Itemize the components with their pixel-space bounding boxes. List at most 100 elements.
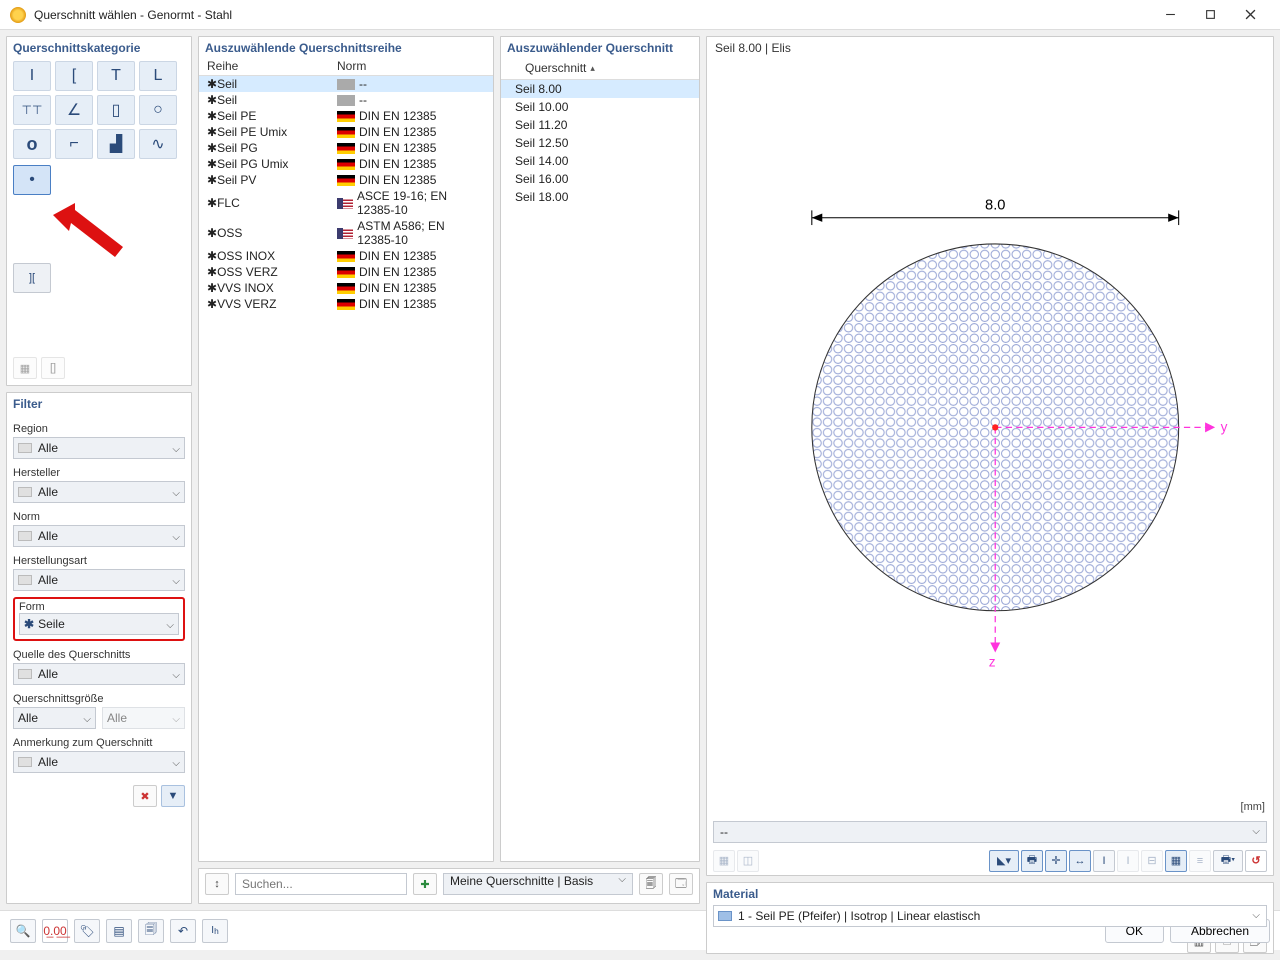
- groesse-select-1[interactable]: Alle⌵: [13, 707, 96, 729]
- series-row[interactable]: ✱Seil PE DIN EN 12385: [199, 108, 493, 124]
- profile-cable-icon[interactable]: •: [13, 165, 51, 195]
- series-row[interactable]: ✱VVS VERZ DIN EN 12385: [199, 296, 493, 312]
- add-lib-button[interactable]: 🗔: [669, 873, 693, 895]
- material-header: Material: [707, 883, 1273, 903]
- series-rows[interactable]: ✱Seil --✱Seil --✱Seil PE DIN EN 12385✱Se…: [199, 76, 493, 861]
- sort-button[interactable]: ↕: [205, 873, 229, 895]
- vtb-i-profile-button[interactable]: I: [1093, 850, 1115, 872]
- units-button[interactable]: 0̲.0̲0̲: [42, 919, 68, 943]
- sort-asc-icon: ▴: [590, 63, 595, 74]
- title-bar: Querschnitt wählen - Genormt - Stahl: [0, 0, 1280, 30]
- svg-text:8.0: 8.0: [985, 197, 1005, 213]
- profile-hat-icon[interactable]: ▟: [97, 129, 135, 159]
- col-reihe[interactable]: Reihe: [207, 59, 337, 73]
- cross-section-item[interactable]: Seil 8.00: [501, 80, 699, 98]
- maximize-button[interactable]: [1190, 1, 1230, 29]
- anmerkung-select[interactable]: Alle⌵: [13, 751, 185, 773]
- series-row[interactable]: ✱Seil --: [199, 92, 493, 108]
- vtb-print-button[interactable]: 🖶: [1021, 850, 1043, 872]
- close-button[interactable]: [1230, 1, 1270, 29]
- copy-button[interactable]: 🗐: [138, 919, 164, 943]
- profile-i-icon[interactable]: I: [13, 61, 51, 91]
- section-props-button[interactable]: Ih: [202, 919, 228, 943]
- expand-all-button[interactable]: ▦: [13, 357, 37, 379]
- profile-round-hollow-icon[interactable]: ○: [139, 95, 177, 125]
- vtb-print2-button[interactable]: 🖶▾: [1213, 850, 1243, 872]
- series-row[interactable]: ✱OSS INOX DIN EN 12385: [199, 248, 493, 264]
- search-input[interactable]: [235, 873, 407, 895]
- form-label: Form: [19, 601, 179, 613]
- cross-rows[interactable]: Seil 8.00Seil 10.00Seil 11.20Seil 12.50S…: [501, 80, 699, 861]
- series-row[interactable]: ✱OSS VERZ DIN EN 12385: [199, 264, 493, 280]
- cross-section-item[interactable]: Seil 16.00: [501, 170, 699, 188]
- remove-filter-button[interactable]: ✖: [133, 785, 157, 807]
- profile-tt-icon[interactable]: ⊤⊤: [13, 95, 51, 125]
- minimize-button[interactable]: [1150, 1, 1190, 29]
- cross-panel: Auszuwählender Querschnitt Querschnitt ▴…: [500, 36, 700, 862]
- series-row[interactable]: ✱Seil PG DIN EN 12385: [199, 140, 493, 156]
- vtb-i2-button[interactable]: I: [1117, 850, 1139, 872]
- series-row[interactable]: ✱Seil PE Umix DIN EN 12385: [199, 124, 493, 140]
- col-norm[interactable]: Norm: [337, 59, 485, 73]
- help-button[interactable]: 🔍: [10, 919, 36, 943]
- props-button[interactable]: ▤: [106, 919, 132, 943]
- hersteller-select[interactable]: Alle⌵: [13, 481, 185, 503]
- vtb-section-button[interactable]: ◫: [737, 850, 759, 872]
- collapse-all-button[interactable]: []: [41, 357, 65, 379]
- svg-text:y: y: [1221, 420, 1228, 435]
- preview-canvas[interactable]: 8.0 y z [mm]: [707, 59, 1273, 817]
- app-icon: [10, 7, 26, 23]
- preview-dropdown[interactable]: --⌵: [713, 821, 1267, 843]
- undo-button[interactable]: ↶: [170, 919, 196, 943]
- profile-angle-icon[interactable]: ∠: [55, 95, 93, 125]
- form-highlight: Form ✱Seile⌵: [13, 597, 185, 641]
- cross-section-item[interactable]: Seil 11.20: [501, 116, 699, 134]
- profile-z-icon[interactable]: ⌐: [55, 129, 93, 159]
- series-table-header: Reihe Norm: [199, 57, 493, 76]
- series-row[interactable]: ✱Seil PG Umix DIN EN 12385: [199, 156, 493, 172]
- form-select[interactable]: ✱Seile⌵: [19, 613, 179, 635]
- profile-rect-hollow-icon[interactable]: ▯: [97, 95, 135, 125]
- vtb-axes-button[interactable]: ✛: [1045, 850, 1067, 872]
- vtb-dims-button[interactable]: ↔: [1069, 850, 1091, 872]
- profile-l-icon[interactable]: L: [139, 61, 177, 91]
- profile-c-icon[interactable]: [: [55, 61, 93, 91]
- profile-t-icon[interactable]: T: [97, 61, 135, 91]
- info-button[interactable]: 🏷: [74, 919, 100, 943]
- profile-solid-round-icon[interactable]: o: [13, 129, 51, 159]
- open-lib-button[interactable]: 🗐: [639, 873, 663, 895]
- cross-section-item[interactable]: Seil 12.50: [501, 134, 699, 152]
- cross-section-item[interactable]: Seil 14.00: [501, 152, 699, 170]
- series-row[interactable]: ✱VVS INOX DIN EN 12385: [199, 280, 493, 296]
- norm-select[interactable]: Alle⌵: [13, 525, 185, 547]
- series-row[interactable]: ✱Seil PV DIN EN 12385: [199, 172, 493, 188]
- material-panel: Material 1 - Seil PE (Pfeifer) | Isotrop…: [706, 882, 1274, 954]
- profile-corrugated-icon[interactable]: ∿: [139, 129, 177, 159]
- quelle-select[interactable]: Alle⌵: [13, 663, 185, 685]
- apply-filter-button[interactable]: ▼: [161, 785, 185, 807]
- vtb-grid-button[interactable]: ▦: [1165, 850, 1187, 872]
- series-row[interactable]: ✱OSS ASTM A586; EN 12385-10: [199, 218, 493, 248]
- series-row[interactable]: ✱FLC ASCE 19-16; EN 12385-10: [199, 188, 493, 218]
- cross-section-item[interactable]: Seil 18.00: [501, 188, 699, 206]
- groesse-select-2[interactable]: Alle⌵: [102, 707, 185, 729]
- vtb-weld-button[interactable]: ⊟: [1141, 850, 1163, 872]
- category-panel: Querschnittskategorie I [ T L ⊤⊤ ∠ ▯ ○ o…: [6, 36, 192, 386]
- series-row[interactable]: ✱Seil --: [199, 76, 493, 92]
- profile-custom-icon[interactable]: ][: [13, 263, 51, 293]
- series-header: Auszuwählende Querschnittsreihe: [199, 37, 493, 57]
- group-select[interactable]: Meine Querschnitte | Basis⌵: [443, 873, 633, 895]
- hersteller-label: Hersteller: [13, 467, 185, 479]
- preview-title: Seil 8.00 | Elis: [707, 37, 1273, 59]
- material-select[interactable]: 1 - Seil PE (Pfeifer) | Isotrop | Linear…: [713, 905, 1267, 927]
- vtb-reset-button[interactable]: ↺: [1245, 850, 1267, 872]
- cross-section-item[interactable]: Seil 10.00: [501, 98, 699, 116]
- vtb-stress-button[interactable]: ▦: [713, 850, 735, 872]
- add-favorite-button[interactable]: ✚: [413, 873, 437, 895]
- region-select[interactable]: Alle⌵: [13, 437, 185, 459]
- vtb-view-button[interactable]: ◣▾: [989, 850, 1019, 872]
- herstellungsart-select[interactable]: Alle⌵: [13, 569, 185, 591]
- vtb-list-button[interactable]: ≡: [1189, 850, 1211, 872]
- herstellungsart-label: Herstellungsart: [13, 555, 185, 567]
- cross-col-header[interactable]: Querschnitt ▴: [501, 57, 699, 80]
